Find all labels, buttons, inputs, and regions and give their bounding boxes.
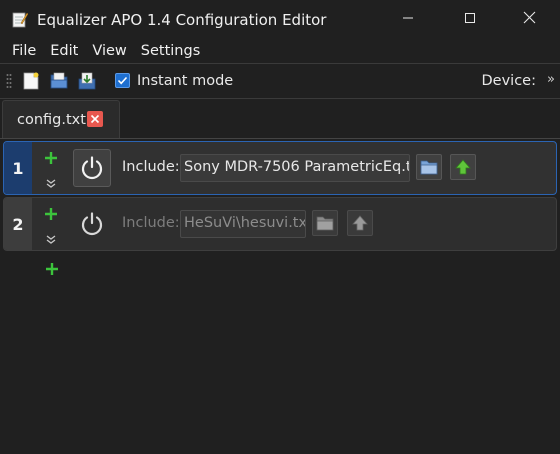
minimize-button[interactable] bbox=[385, 0, 431, 39]
expand-row-button[interactable] bbox=[45, 178, 57, 190]
tab-config[interactable]: config.txt bbox=[2, 100, 120, 138]
maximize-button[interactable] bbox=[447, 0, 493, 39]
arrow-up-icon bbox=[352, 215, 368, 231]
include-label: Include: bbox=[122, 159, 180, 175]
browse-file-button[interactable] bbox=[312, 210, 338, 236]
add-filter-above-button[interactable] bbox=[44, 151, 58, 165]
close-button[interactable] bbox=[506, 0, 552, 39]
menu-bar: File Edit View Settings bbox=[0, 39, 560, 63]
power-toggle-button[interactable] bbox=[73, 149, 111, 187]
plus-icon bbox=[45, 152, 57, 164]
power-icon bbox=[81, 156, 103, 180]
title-bar: Equalizer APO 1.4 Configuration Editor bbox=[0, 0, 560, 39]
open-folder-icon[interactable] bbox=[49, 71, 69, 91]
include-file-field[interactable]: HeSuVi\hesuvi.txt bbox=[180, 210, 306, 238]
folder-icon bbox=[316, 216, 334, 231]
maximize-icon bbox=[464, 12, 476, 28]
add-filter-button[interactable] bbox=[45, 262, 59, 276]
add-filter-above-button[interactable] bbox=[44, 207, 58, 221]
toolbar-overflow-button[interactable]: » bbox=[547, 72, 555, 87]
power-toggle-button[interactable] bbox=[73, 205, 111, 243]
row-number: 2 bbox=[4, 198, 32, 250]
save-icon[interactable] bbox=[77, 71, 97, 91]
open-file-button[interactable] bbox=[347, 210, 373, 236]
checkmark-icon bbox=[117, 76, 128, 85]
notepad-icon bbox=[12, 11, 29, 28]
plus-icon bbox=[46, 263, 58, 275]
include-label: Include: bbox=[122, 215, 180, 231]
menu-edit[interactable]: Edit bbox=[43, 43, 85, 59]
row-number: 1 bbox=[4, 142, 32, 194]
chevron-double-down-icon bbox=[46, 179, 56, 188]
include-file-field[interactable]: Sony MDR-7506 ParametricEq.txt bbox=[180, 154, 410, 182]
power-icon bbox=[81, 212, 103, 236]
chevron-double-down-icon bbox=[46, 235, 56, 244]
folder-icon bbox=[420, 160, 438, 175]
tab-content-divider bbox=[0, 138, 560, 139]
minimize-icon bbox=[402, 12, 414, 28]
browse-file-button[interactable] bbox=[416, 154, 442, 180]
menu-view[interactable]: View bbox=[85, 43, 133, 59]
instant-mode-checkbox[interactable] bbox=[115, 73, 130, 88]
plus-icon bbox=[45, 208, 57, 220]
filter-row[interactable]: 1 Include: Sony MDR-7506 ParametricEq.tx… bbox=[3, 141, 557, 195]
menu-file[interactable]: File bbox=[5, 43, 43, 59]
new-file-icon[interactable] bbox=[21, 71, 41, 91]
device-label: Device: bbox=[481, 73, 536, 89]
toolbar-grip-icon[interactable] bbox=[6, 73, 12, 91]
close-tab-icon[interactable] bbox=[87, 111, 103, 127]
expand-row-button[interactable] bbox=[45, 234, 57, 246]
tab-label: config.txt bbox=[17, 112, 86, 128]
toolbar: Instant mode Device: » bbox=[0, 64, 560, 99]
window-title: Equalizer APO 1.4 Configuration Editor bbox=[37, 10, 327, 29]
filter-row[interactable]: 2 Include: HeSuVi\hesuvi.txt bbox=[3, 197, 557, 251]
menu-settings[interactable]: Settings bbox=[134, 43, 207, 59]
arrow-up-icon bbox=[455, 159, 471, 175]
toolbar-divider bbox=[0, 98, 560, 99]
open-file-button[interactable] bbox=[450, 154, 476, 180]
close-icon bbox=[523, 11, 536, 28]
instant-mode-label[interactable]: Instant mode bbox=[137, 73, 233, 89]
